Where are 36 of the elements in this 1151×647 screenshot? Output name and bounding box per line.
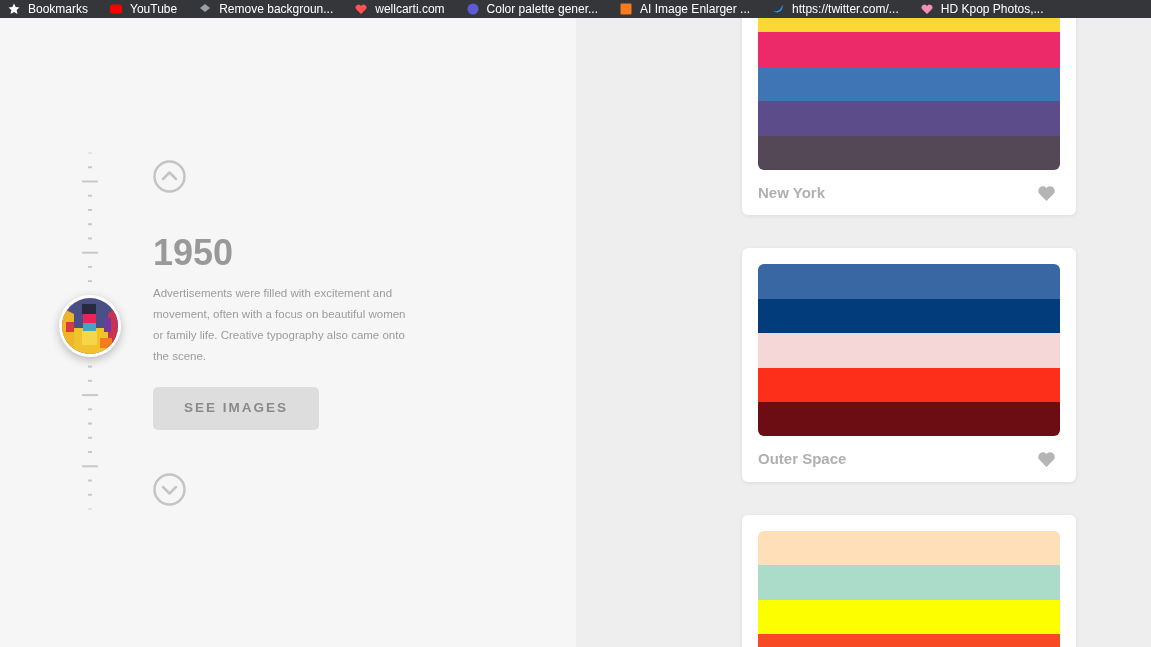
bookmark-link[interactable]: https://twitter.com/...: [792, 3, 899, 15]
color-swatch[interactable]: [758, 264, 1060, 299]
heart-icon[interactable]: [1038, 452, 1055, 468]
bookmark-link[interactable]: HD Kpop Photos,...: [940, 3, 1044, 15]
bookmark-link[interactable]: YouTube: [130, 3, 178, 15]
heart-icon[interactable]: [1038, 185, 1055, 201]
color-swatch[interactable]: [758, 565, 1060, 600]
color-swatch[interactable]: [758, 530, 1060, 566]
color-swatch[interactable]: [758, 66, 1060, 102]
color-swatch[interactable]: [758, 402, 1060, 437]
scroll-down-button[interactable]: [153, 473, 186, 506]
bookmark-icon: [110, 3, 123, 15]
color-swatch[interactable]: [758, 367, 1060, 402]
bookmark-link[interactable]: Bookmarks: [28, 3, 89, 15]
color-swatch[interactable]: [758, 32, 1060, 67]
bookmark-link[interactable]: Remove backgroun...: [219, 3, 334, 15]
bookmark-link[interactable]: Color palette gener...: [486, 3, 598, 15]
bookmark-icon: [920, 3, 933, 15]
bookmark-link[interactable]: wellcarti.com: [375, 3, 445, 15]
color-swatch[interactable]: [758, 135, 1060, 170]
color-swatch[interactable]: [758, 333, 1060, 368]
bookmark-icon: [772, 3, 785, 15]
bookmark-link[interactable]: AI Image Enlarger ...: [640, 3, 751, 15]
color-swatch[interactable]: [758, 599, 1060, 635]
timeline-avatar[interactable]: [59, 295, 121, 357]
palette-card[interactable]: [742, 514, 1076, 647]
bookmark-icon: [8, 3, 20, 15]
bookmark-icon: [199, 3, 212, 15]
color-swatch[interactable]: [758, 298, 1060, 334]
bookmark-icon: [355, 3, 368, 15]
color-swatch[interactable]: [758, 101, 1060, 136]
scroll-up-button[interactable]: [153, 160, 186, 193]
timeline-year: 1950: [153, 231, 234, 275]
bookmark-icon: [620, 3, 632, 15]
bookmark-icon: [466, 3, 479, 15]
timeline-description: Advertisements were filled with excitement and movement, often with a focus on beautiful women or family life. Creative typography also came onto the scene.: [153, 286, 407, 364]
